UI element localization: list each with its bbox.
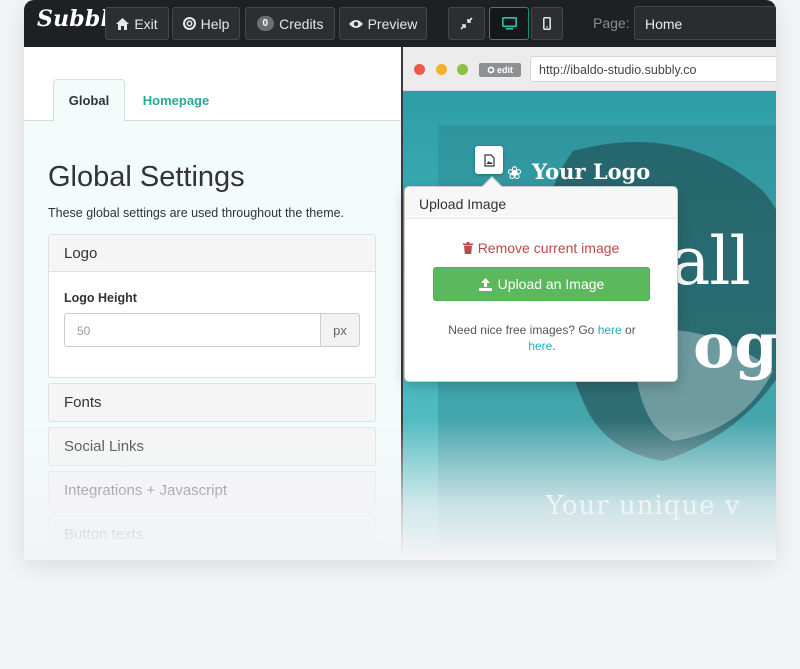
preview-button[interactable]: Preview (339, 7, 427, 40)
desktop-view-button[interactable] (489, 7, 529, 40)
integrations-panel[interactable]: Integrations + Javascript (48, 471, 376, 510)
upload-image-button[interactable]: Upload an Image (433, 267, 650, 301)
browser-chrome: edit http://ibaldo-studio.subbly.co (403, 47, 776, 91)
home-icon (116, 17, 130, 30)
logo-height-group: 50 px (64, 313, 360, 347)
hero-tagline: Your unique v (546, 491, 741, 521)
logo-panel-header[interactable]: Logo (49, 235, 375, 272)
logo-height-unit: px (320, 313, 360, 347)
credits-label: Credits (279, 15, 324, 32)
settings-sidebar: Global Homepage Global Settings These gl… (24, 47, 401, 560)
fonts-panel[interactable]: Fonts (48, 383, 376, 422)
tab-global[interactable]: Global (53, 79, 125, 122)
upload-image-popover: Upload Image Remove current image Upload… (404, 176, 678, 382)
tab-homepage[interactable]: Homepage (136, 79, 216, 122)
exit-button[interactable]: Exit (105, 7, 169, 40)
hero-text-line2: og (693, 309, 776, 382)
help-suffix: . (552, 339, 556, 353)
integrations-panel-header: Integrations + Javascript (64, 482, 228, 499)
preview-label: Preview (367, 15, 418, 32)
site-logo-text: Your Logo (532, 159, 651, 184)
popover-title: Upload Image (405, 187, 677, 219)
mobile-view-button[interactable] (531, 7, 563, 40)
url-bar[interactable]: http://ibaldo-studio.subbly.co (530, 56, 776, 82)
help-button[interactable]: Help (172, 7, 240, 40)
gear-icon (487, 66, 495, 74)
button-texts-panel[interactable]: Button texts (48, 515, 376, 554)
logo-height-input[interactable]: 50 (64, 313, 320, 347)
remove-image-label: Remove current image (477, 240, 620, 256)
page-select[interactable]: Home (634, 6, 776, 40)
settings-tabs: Global Homepage (24, 47, 401, 122)
maximize-dot-icon (457, 64, 468, 75)
exit-label: Exit (134, 15, 158, 32)
page-label: Page: (593, 15, 630, 31)
minimize-dot-icon (436, 64, 447, 75)
fonts-panel-header: Fonts (64, 394, 102, 411)
logo-panel: Logo Logo Height 50 px (48, 234, 376, 378)
credits-button[interactable]: 0 Credits (245, 7, 335, 40)
social-links-panel-header: Social Links (64, 438, 145, 455)
help-label: Help (200, 15, 230, 32)
hero-text-line1: all (671, 223, 751, 300)
close-dot-icon (414, 64, 425, 75)
page-title: Global Settings (48, 161, 245, 193)
life-ring-icon (182, 17, 196, 30)
credits-count-badge: 0 (256, 16, 275, 31)
image-file-icon (483, 153, 495, 167)
collapse-button[interactable] (448, 7, 485, 40)
page-description: These global settings are used throughou… (48, 206, 345, 220)
remove-image-link[interactable]: Remove current image (405, 240, 677, 256)
desktop-icon (501, 17, 517, 30)
edit-badge-label: edit (496, 65, 513, 75)
mobile-icon (543, 17, 551, 30)
help-prefix: Need nice free images? Go (448, 323, 598, 337)
upload-image-label: Upload an Image (497, 276, 605, 292)
button-texts-panel-header: Button texts (64, 526, 144, 543)
edit-badge[interactable]: edit (479, 63, 521, 77)
paw-icon: ❀ (507, 163, 523, 183)
free-images-link-2[interactable]: here (528, 339, 552, 353)
free-images-link-1[interactable]: here (598, 323, 622, 337)
free-images-help: Need nice free images? Go here or here. (425, 322, 659, 354)
compress-icon (460, 17, 473, 30)
help-or: or (621, 323, 636, 337)
image-upload-trigger[interactable] (475, 146, 503, 174)
social-links-panel[interactable]: Social Links (48, 427, 376, 466)
top-toolbar: Subbly Exit Help 0 Credits Preview Page:… (24, 0, 776, 47)
logo-height-label: Logo Height (64, 291, 137, 305)
upload-icon (478, 277, 492, 291)
eye-icon (348, 19, 363, 28)
trash-icon (462, 242, 473, 254)
